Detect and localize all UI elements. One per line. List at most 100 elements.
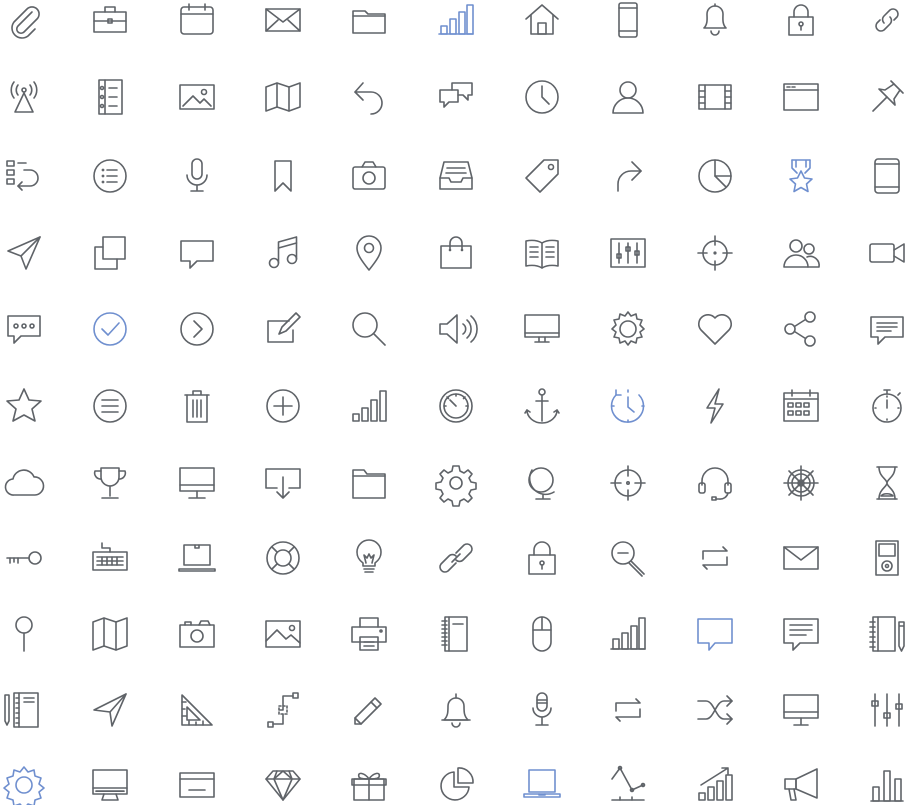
key-icon <box>4 538 44 578</box>
award-ribbon-icon <box>781 156 821 196</box>
envelope-icon <box>263 0 303 40</box>
pie-slice-icon <box>436 765 476 805</box>
notebook-computer-icon <box>522 765 562 805</box>
folder-open-icon <box>349 463 389 503</box>
picture-icon <box>263 614 303 654</box>
stopwatch-icon <box>867 386 907 426</box>
video-camera-icon <box>867 233 907 273</box>
browser-window-icon <box>781 77 821 117</box>
microphone-icon <box>177 156 217 196</box>
redo-arrow-icon <box>608 156 648 196</box>
ship-wheel-icon <box>781 463 821 503</box>
film-strip-icon <box>695 77 735 117</box>
broadcast-tower-icon <box>4 77 44 117</box>
cloud-icon <box>4 463 44 503</box>
hourglass-icon <box>867 463 907 503</box>
undo-arrow-icon <box>349 77 389 117</box>
calendar-icon <box>177 0 217 40</box>
bell-icon <box>695 0 735 40</box>
briefcase-icon <box>90 0 130 40</box>
trophy-icon <box>90 463 130 503</box>
chat-bubbles-icon <box>436 77 476 117</box>
lightning-icon <box>695 386 735 426</box>
line-graph-icon <box>608 765 648 805</box>
headset-icon <box>695 463 735 503</box>
search-icon <box>349 309 389 349</box>
music-player-icon <box>867 538 907 578</box>
image-icon <box>177 77 217 117</box>
column-chart-icon <box>867 765 907 805</box>
monitor-icon <box>522 309 562 349</box>
studio-mic-icon <box>522 690 562 730</box>
chat-box-icon <box>695 614 735 654</box>
folder-icon <box>349 0 389 40</box>
paperclip-icon <box>4 0 44 40</box>
inbox-tray-icon <box>436 156 476 196</box>
signal-bars-icon <box>349 386 389 426</box>
trash-icon <box>177 386 217 426</box>
lock-icon <box>522 538 562 578</box>
stats-bars-icon <box>608 614 648 654</box>
icon-sheet <box>0 0 910 805</box>
home-icon <box>522 0 562 40</box>
imac-icon <box>90 765 130 805</box>
shuffle-icon <box>695 690 735 730</box>
credit-card-icon <box>177 765 217 805</box>
paper-plane-icon <box>4 233 44 273</box>
message-lines-icon <box>781 614 821 654</box>
message-dots-icon <box>4 309 44 349</box>
music-note-icon <box>263 233 303 273</box>
repeat-arrows-icon <box>695 538 735 578</box>
chevron-right-circle-icon <box>177 309 217 349</box>
crosshair-icon <box>695 233 735 273</box>
photo-camera-icon <box>177 614 217 654</box>
map-icon <box>263 77 303 117</box>
notebook-pen-icon <box>867 614 907 654</box>
keyboard-icon <box>90 538 130 578</box>
link-icon <box>867 0 907 40</box>
ruled-notebook-icon <box>436 614 476 654</box>
users-icon <box>781 233 821 273</box>
computer-screen-icon <box>781 690 821 730</box>
settings-icon <box>4 765 44 805</box>
pie-chart-icon <box>695 156 735 196</box>
speedometer-icon <box>436 386 476 426</box>
clock-icon <box>522 77 562 117</box>
check-circle-icon <box>90 309 130 349</box>
pencil-icon <box>349 690 389 730</box>
sliders-icon <box>867 690 907 730</box>
speaker-volume-icon <box>436 309 476 349</box>
copy-icon <box>90 233 130 273</box>
list-circle-icon <box>90 156 130 196</box>
laptop-icon <box>177 538 217 578</box>
journal-pencil-icon <box>4 690 44 730</box>
zoom-out-icon <box>608 538 648 578</box>
send-icon <box>90 690 130 730</box>
gift-icon <box>349 765 389 805</box>
history-clock-icon <box>608 386 648 426</box>
smartphone-icon <box>608 0 648 40</box>
calendar-grid-icon <box>781 386 821 426</box>
cog-icon <box>436 463 476 503</box>
pushpin-icon <box>867 77 907 117</box>
anchor-icon <box>522 386 562 426</box>
list-refresh-icon <box>4 156 44 196</box>
megaphone-icon <box>781 765 821 805</box>
loop-icon <box>608 690 648 730</box>
download-tray-icon <box>263 463 303 503</box>
lightbulb-icon <box>349 538 389 578</box>
mouse-icon <box>522 614 562 654</box>
star-icon <box>4 386 44 426</box>
edit-box-icon <box>263 309 303 349</box>
set-square-icon <box>177 690 217 730</box>
globe-icon <box>522 463 562 503</box>
chain-link-icon <box>436 538 476 578</box>
heart-icon <box>695 309 735 349</box>
comment-lines-icon <box>867 309 907 349</box>
tag-icon <box>522 156 562 196</box>
notebook-icon <box>90 77 130 117</box>
equalizer-icon <box>608 233 648 273</box>
printer-icon <box>349 614 389 654</box>
alarm-bell-icon <box>436 690 476 730</box>
menu-circle-icon <box>90 386 130 426</box>
